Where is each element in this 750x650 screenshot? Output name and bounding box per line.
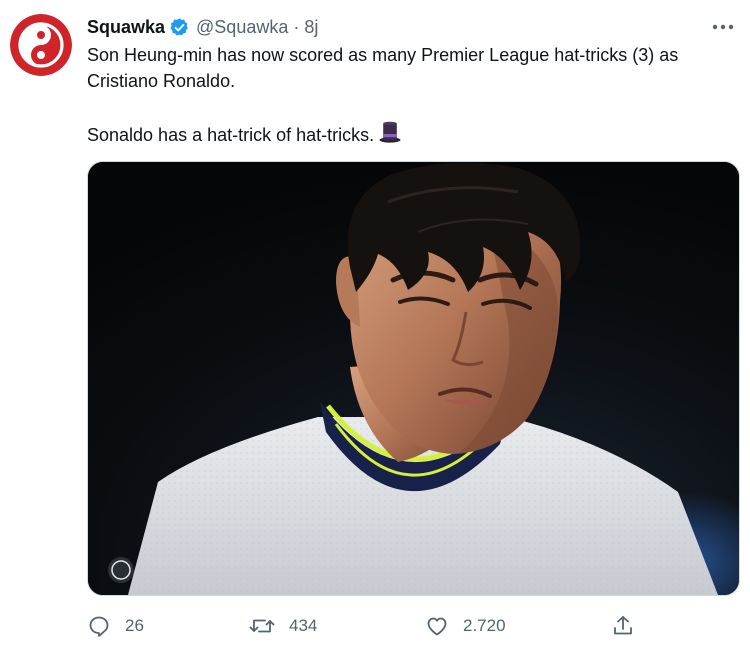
verified-badge-icon xyxy=(169,17,190,38)
heart-icon xyxy=(427,617,447,636)
tweet-timestamp[interactable]: 8j xyxy=(304,17,318,38)
squawka-logo-icon xyxy=(10,14,72,76)
tweet-card[interactable]: Squawka @Squawka · 8j Son Heung-min has … xyxy=(0,0,750,650)
tweet-text-line-2-content: Sonaldo has a hat-trick of hat-tricks. xyxy=(87,125,375,145)
tweet-text: Son Heung-min has now scored as many Pre… xyxy=(87,42,727,151)
share-icon xyxy=(614,616,632,635)
more-options-button[interactable] xyxy=(710,16,736,36)
tweet-text-line-1: Son Heung-min has now scored as many Pre… xyxy=(87,45,679,91)
like-count: 2.720 xyxy=(463,616,506,635)
reply-button[interactable]: 26 xyxy=(87,612,144,640)
tweet-actions: 26 434 2.720 xyxy=(87,612,647,640)
author-name[interactable]: Squawka xyxy=(87,17,165,38)
top-hat-icon xyxy=(378,120,402,151)
share-button[interactable] xyxy=(611,612,635,640)
header-separator: · xyxy=(293,16,300,37)
like-button[interactable]: 2.720 xyxy=(425,612,506,640)
retweet-button[interactable]: 434 xyxy=(249,612,317,640)
tweet-media[interactable] xyxy=(87,161,740,596)
tweet-header: Squawka @Squawka · 8j xyxy=(87,14,318,40)
author-handle[interactable]: @Squawka xyxy=(196,17,288,38)
player-photo-image xyxy=(88,162,739,595)
retweet-count: 434 xyxy=(289,616,318,635)
avatar[interactable] xyxy=(10,14,72,76)
reply-icon xyxy=(89,616,109,637)
reply-count: 26 xyxy=(125,616,144,635)
retweet-icon xyxy=(249,619,275,633)
tweet-text-line-2: Sonaldo has a hat-trick of hat-tricks. xyxy=(87,120,727,151)
ellipsis-icon xyxy=(712,24,734,30)
